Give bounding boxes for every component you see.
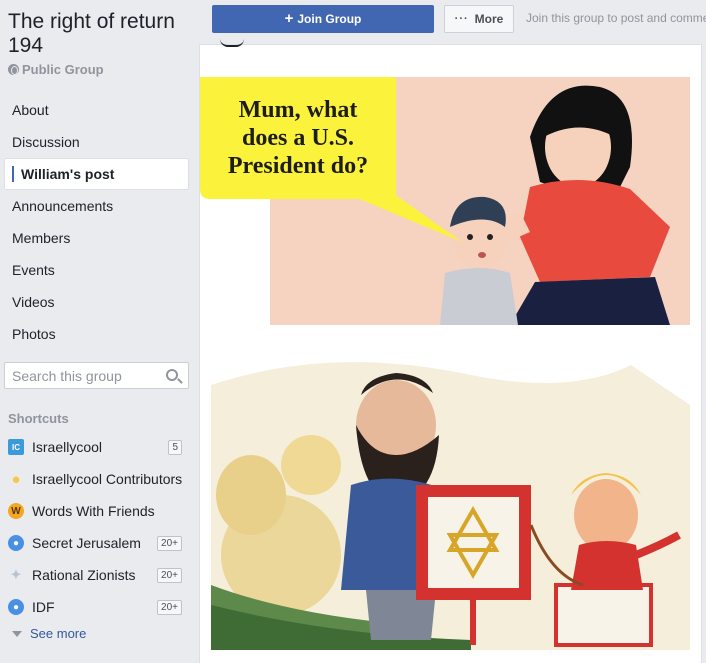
shortcut-israellycool-contributors[interactable]: ● Israellycool Contributors <box>8 463 186 495</box>
nav-item-williams-post[interactable]: William's post <box>4 158 189 190</box>
globe-icon <box>8 64 19 75</box>
post-card: Mum, what does a U.S. President do? <box>199 44 702 663</box>
group-title[interactable]: The right of return 194 <box>8 10 193 58</box>
search-icon[interactable] <box>166 369 178 381</box>
nav-item-videos[interactable]: Videos <box>4 286 189 318</box>
nav-item-members[interactable]: Members <box>4 222 189 254</box>
israellycool-icon: IC <box>8 439 24 455</box>
nav-item-discussion[interactable]: Discussion <box>4 126 189 158</box>
lightbulb-icon: ● <box>11 470 21 488</box>
chevron-down-icon <box>12 630 22 637</box>
notification-count-badge: 20+ <box>157 568 182 583</box>
avatar <box>220 39 244 47</box>
more-button[interactable]: ··· More <box>444 5 514 33</box>
nav-item-about[interactable]: About <box>4 94 189 126</box>
shortcut-rational-zionists[interactable]: ✦ Rational Zionists 20+ <box>8 559 186 591</box>
comic-panel-1-art: Mum, what does a U.S. President do? <box>200 77 690 325</box>
words-with-friends-icon: W <box>8 503 24 519</box>
group-search <box>4 362 189 389</box>
shortcut-label: Israellycool <box>32 439 103 455</box>
comic-panel-2-art <box>211 345 690 650</box>
shortcut-israellycool[interactable]: IC Israellycool 5 <box>8 431 186 463</box>
shortcut-label: Rational Zionists <box>32 567 136 583</box>
more-dots-icon: ··· <box>454 13 469 25</box>
group-nav: About Discussion William's post Announce… <box>4 94 189 350</box>
group-privacy-label: Public Group <box>8 62 104 77</box>
nav-item-photos[interactable]: Photos <box>4 318 189 350</box>
speech-line-2: does a U.S. <box>242 125 354 151</box>
speech-line-3: President do? <box>228 153 368 179</box>
notification-count-badge: 5 <box>168 440 182 455</box>
post-image-comic-panel-2[interactable] <box>211 345 690 650</box>
join-group-label: Join Group <box>297 12 362 26</box>
shortcuts-header: Shortcuts <box>8 411 69 426</box>
nav-item-events[interactable]: Events <box>4 254 189 286</box>
more-label: More <box>474 12 504 26</box>
see-more-link[interactable]: See more <box>12 626 86 641</box>
group-icon: ● <box>8 599 24 615</box>
group-action-bar: + Join Group ··· More Join this group to… <box>200 0 706 44</box>
shortcut-label: Words With Friends <box>32 503 155 519</box>
shortcuts-list: IC Israellycool 5 ● Israellycool Contrib… <box>8 431 186 623</box>
group-icon: ● <box>8 535 24 551</box>
see-more-label: See more <box>30 626 87 641</box>
left-sidebar: The right of return 194 Public Group Abo… <box>0 0 200 663</box>
join-group-button[interactable]: + Join Group <box>212 5 434 33</box>
shortcut-label: Israellycool Contributors <box>32 471 183 487</box>
search-input[interactable] <box>5 367 160 384</box>
shortcut-idf[interactable]: ● IDF 20+ <box>8 591 186 623</box>
speech-line-1: Mum, what <box>239 97 358 123</box>
shortcut-label: Secret Jerusalem <box>32 535 141 551</box>
bird-icon: ✦ <box>10 567 22 582</box>
join-hint-text: Join this group to post and comment. <box>526 11 706 25</box>
shortcut-label: IDF <box>32 599 55 615</box>
plus-icon: + <box>284 10 294 27</box>
shortcut-words-with-friends[interactable]: W Words With Friends <box>8 495 186 527</box>
notification-count-badge: 20+ <box>157 536 182 551</box>
notification-count-badge: 20+ <box>157 600 182 615</box>
group-type-text: Public Group <box>22 62 104 77</box>
shortcut-secret-jerusalem[interactable]: ● Secret Jerusalem 20+ <box>8 527 186 559</box>
nav-item-announcements[interactable]: Announcements <box>4 190 189 222</box>
post-image-comic-panel-1[interactable]: Mum, what does a U.S. President do? <box>200 77 690 325</box>
